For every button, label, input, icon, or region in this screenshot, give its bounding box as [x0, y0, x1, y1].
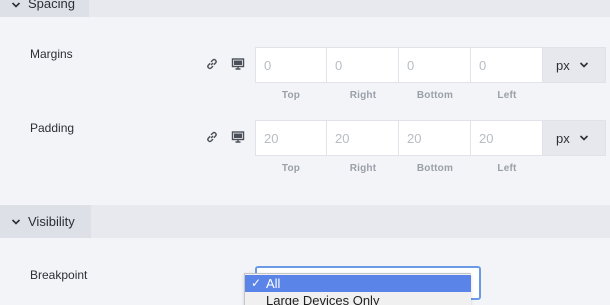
margins-inputs: 0 0 0 0 px: [255, 47, 606, 83]
breakpoint-option-all[interactable]: ✓ All: [245, 275, 471, 292]
margin-right-input[interactable]: 0: [327, 47, 399, 83]
breakpoint-option-large-devices[interactable]: Large Devices Only: [245, 292, 471, 305]
visibility-section-title: Visibility: [28, 214, 75, 229]
padding-inputs: 20 20 20 20 px: [255, 120, 606, 156]
breakpoint-dropdown-menu: ✓ All Large Devices Only: [244, 273, 471, 305]
breakpoint-option-label: Large Devices Only: [266, 293, 380, 305]
side-label-top: Top: [281, 163, 301, 174]
spacing-section-header: Spacing: [0, 0, 610, 17]
visibility-section-toggle[interactable]: Visibility: [0, 205, 91, 238]
margins-label: Margins: [30, 47, 73, 61]
link-icon[interactable]: [204, 129, 220, 145]
spacing-section-toggle[interactable]: Spacing: [0, 0, 89, 17]
breakpoint-label: Breakpoint: [30, 268, 88, 282]
padding-label: Padding: [30, 121, 75, 135]
side-label-left: Left: [497, 163, 517, 174]
padding-side-labels: Top Right Bottom Left: [255, 163, 543, 174]
padding-right-input[interactable]: 20: [327, 120, 399, 156]
chevron-down-icon: [579, 133, 589, 143]
margin-unit-select[interactable]: px: [543, 47, 606, 83]
chevron-down-icon: [579, 60, 589, 70]
side-label-bottom: Bottom: [416, 90, 454, 101]
side-label-left: Left: [497, 90, 517, 101]
breakpoint-option-label: All: [266, 276, 281, 291]
padding-top-input[interactable]: 20: [255, 120, 327, 156]
margin-unit-value: px: [556, 57, 570, 73]
link-icon[interactable]: [204, 56, 220, 72]
padding-left-input[interactable]: 20: [471, 120, 543, 156]
chevron-down-icon: [10, 0, 22, 11]
desktop-icon[interactable]: [230, 129, 246, 145]
desktop-icon[interactable]: [230, 56, 246, 72]
spacing-section-title: Spacing: [28, 0, 75, 11]
margin-bottom-input[interactable]: 0: [399, 47, 471, 83]
padding-bottom-input[interactable]: 20: [399, 120, 471, 156]
chevron-down-icon: [10, 216, 22, 228]
checkmark-icon: ✓: [251, 276, 262, 290]
margin-left-input[interactable]: 0: [471, 47, 543, 83]
side-label-right: Right: [349, 163, 377, 174]
margin-top-input[interactable]: 0: [255, 47, 327, 83]
side-label-bottom: Bottom: [416, 163, 454, 174]
side-label-top: Top: [281, 90, 301, 101]
settings-panel: Spacing Margins 0 0 0 0 px Top Right Bot…: [0, 0, 610, 305]
padding-unit-select[interactable]: px: [543, 120, 606, 156]
padding-unit-value: px: [556, 130, 570, 146]
visibility-section-header: Visibility: [0, 205, 610, 238]
side-label-right: Right: [349, 90, 377, 101]
margin-side-labels: Top Right Bottom Left: [255, 90, 543, 101]
